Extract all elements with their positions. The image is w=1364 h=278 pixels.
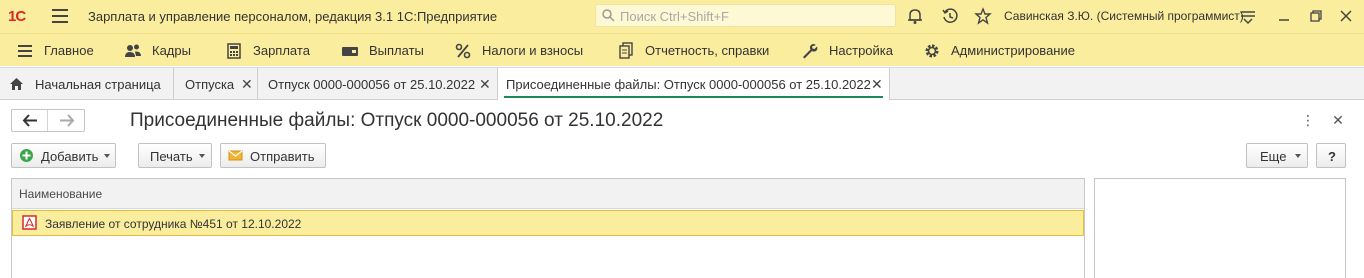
home-icon bbox=[10, 78, 23, 90]
star-icon[interactable] bbox=[974, 7, 992, 25]
arrow-left-icon bbox=[22, 114, 37, 127]
print-button[interactable]: Печать bbox=[138, 143, 212, 168]
more-button[interactable]: Еще bbox=[1246, 143, 1308, 168]
search-icon bbox=[602, 9, 615, 22]
tab-attached-files[interactable]: Присоединенные файлы: Отпуск 0000-000056… bbox=[498, 68, 890, 100]
history-icon[interactable] bbox=[941, 7, 959, 25]
file-name: Заявление от сотрудника №451 от 12.10.20… bbox=[45, 217, 302, 231]
column-header-name: Наименование bbox=[19, 187, 103, 201]
tab-label: Отпуска bbox=[185, 77, 235, 92]
menu-item-label: Зарплата bbox=[253, 43, 310, 58]
search-input[interactable]: Поиск Ctrl+Shift+F bbox=[595, 4, 896, 27]
back-button[interactable] bbox=[12, 110, 48, 131]
tab-label: Отпуск 0000-000056 от 25.10.2022 bbox=[268, 77, 476, 92]
tab-bar: Начальная страница Отпуска ✕ Отпуск 0000… bbox=[0, 67, 1364, 100]
add-button[interactable]: Добавить bbox=[11, 143, 116, 168]
menu-item-label: Главное bbox=[44, 43, 94, 58]
tab-vacation-document[interactable]: Отпуск 0000-000056 от 25.10.2022 ✕ bbox=[258, 68, 498, 100]
close-tab-icon[interactable]: ✕ bbox=[479, 76, 491, 93]
minimize-icon[interactable] bbox=[1274, 6, 1294, 26]
arrow-right-icon bbox=[60, 114, 75, 127]
documents-icon bbox=[619, 42, 633, 59]
more-actions-icon[interactable]: ⋮ bbox=[1299, 112, 1317, 130]
close-tab-icon[interactable]: ✕ bbox=[241, 76, 253, 93]
close-icon[interactable] bbox=[1336, 6, 1356, 26]
active-tab-indicator bbox=[504, 96, 883, 98]
menu-item-label: Выплаты bbox=[369, 43, 424, 58]
help-button[interactable]: ? bbox=[1316, 143, 1346, 168]
wrench-icon bbox=[803, 44, 818, 59]
form-title: Присоединенные файлы: Отпуск 0000-000056… bbox=[130, 110, 664, 131]
title-bar: 1С Зарплата и управление персоналом, ред… bbox=[0, 0, 1364, 33]
search-placeholder: Поиск Ctrl+Shift+F bbox=[620, 9, 729, 24]
main-menu-bar: Главное Кадры Зарплата Выплаты Налоги и … bbox=[0, 33, 1364, 66]
dropdown-arrow-icon bbox=[1295, 154, 1301, 158]
tab-home[interactable]: Начальная страница bbox=[0, 68, 174, 100]
gear-icon bbox=[925, 44, 939, 58]
percent-icon bbox=[455, 43, 471, 59]
menu-item-label: Настройка bbox=[829, 43, 893, 58]
settings-lines-icon[interactable] bbox=[1238, 6, 1258, 26]
close-tab-icon[interactable]: ✕ bbox=[871, 76, 883, 93]
dropdown-arrow-icon bbox=[199, 154, 205, 158]
tab-vacations[interactable]: Отпуска ✕ bbox=[174, 68, 258, 100]
menu-item-label: Администрирование bbox=[951, 43, 1075, 58]
add-circle-icon bbox=[20, 149, 33, 162]
restore-icon[interactable] bbox=[1306, 6, 1326, 26]
wallet-icon bbox=[342, 47, 358, 56]
print-button-label: Печать bbox=[150, 149, 193, 164]
envelope-icon bbox=[228, 150, 243, 161]
menu-item-label: Налоги и взносы bbox=[482, 43, 584, 58]
send-button-label: Отправить bbox=[250, 149, 315, 164]
app-logo: 1С bbox=[8, 8, 26, 25]
dropdown-arrow-icon bbox=[104, 154, 110, 158]
help-button-label: ? bbox=[1328, 149, 1336, 164]
menu-item-label: Отчетность, справки bbox=[645, 43, 770, 58]
more-button-label: Еще bbox=[1260, 149, 1287, 164]
menu-item-label: Кадры bbox=[152, 43, 191, 58]
calculator-icon bbox=[227, 43, 241, 59]
user-name[interactable]: Савинская З.Ю. (Системный программист) bbox=[1004, 9, 1244, 23]
close-form-icon[interactable]: ✕ bbox=[1329, 112, 1347, 130]
forward-button[interactable] bbox=[49, 110, 85, 131]
add-button-label: Добавить bbox=[41, 149, 99, 164]
hamburger-icon bbox=[18, 45, 32, 57]
table-header[interactable]: Наименование bbox=[12, 179, 1084, 209]
preview-panel bbox=[1094, 178, 1346, 278]
files-table: Наименование Заявление от сотрудника №45… bbox=[11, 178, 1085, 278]
bell-icon[interactable] bbox=[906, 7, 924, 25]
pdf-file-icon bbox=[22, 215, 37, 230]
main-menu-icon[interactable] bbox=[52, 9, 68, 23]
navigation-buttons bbox=[11, 109, 85, 132]
app-title: Зарплата и управление персоналом, редакц… bbox=[88, 9, 498, 24]
tab-label: Присоединенные файлы: Отпуск 0000-000056… bbox=[506, 77, 871, 92]
table-row[interactable]: Заявление от сотрудника №451 от 12.10.20… bbox=[12, 210, 1084, 236]
tab-label: Начальная страница bbox=[35, 77, 161, 92]
send-button[interactable]: Отправить bbox=[220, 143, 326, 168]
people-icon bbox=[125, 44, 141, 57]
